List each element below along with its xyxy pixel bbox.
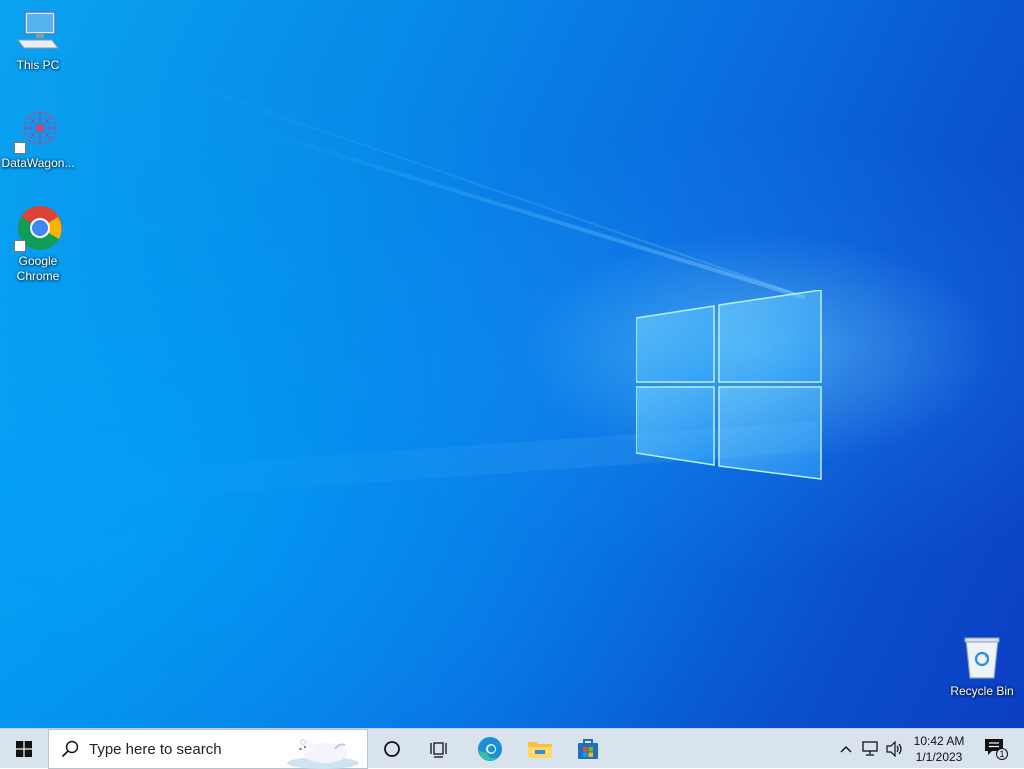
edge-taskbar-button[interactable] xyxy=(466,729,514,769)
desktop-icon-datawagon[interactable]: DataWagon... xyxy=(0,106,76,171)
network-icon xyxy=(862,741,878,756)
clock-tray-button[interactable]: 10:42 AM 1/1/2023 xyxy=(908,729,970,769)
edge-icon xyxy=(478,737,502,761)
desktop-icon-label: Recycle Bin xyxy=(950,684,1014,698)
start-button[interactable] xyxy=(0,729,48,769)
show-hidden-icons-button[interactable] xyxy=(836,729,856,769)
network-tray-button[interactable] xyxy=(859,729,883,769)
task-view-button[interactable] xyxy=(416,729,464,769)
folder-icon xyxy=(528,742,552,758)
file-explorer-taskbar-button[interactable] xyxy=(516,729,564,769)
shortcut-arrow-icon xyxy=(14,142,26,154)
desktop-icon-label: This PC xyxy=(16,58,60,72)
datawagon-icon xyxy=(14,106,62,154)
windows-wallpaper-logo xyxy=(636,290,822,480)
this-pc-icon xyxy=(14,8,62,56)
volume-tray-button[interactable] xyxy=(883,729,907,769)
notification-count: 1 xyxy=(999,749,1005,759)
search-icon xyxy=(61,740,79,758)
cortana-button[interactable] xyxy=(368,729,416,769)
chrome-icon xyxy=(14,204,62,252)
desktop-icon-label: DataWagon... xyxy=(1,156,75,170)
desktop-icon-google-chrome[interactable]: Google Chrome xyxy=(0,204,76,284)
search-placeholder: Type here to search xyxy=(89,740,222,758)
notification-count-badge: 1 xyxy=(996,748,1008,760)
recycle-bin-icon xyxy=(958,634,1006,682)
light-beam xyxy=(119,60,802,297)
desktop-icon-this-pc[interactable]: This PC xyxy=(0,8,76,73)
desktop-icon-label: Google Chrome xyxy=(16,254,60,283)
clock-time: 10:42 AM xyxy=(913,734,965,748)
action-center-button[interactable]: 1 xyxy=(976,729,1016,769)
light-beam xyxy=(249,126,806,300)
desktop[interactable]: This PC DataWagon... Google Chrome Recyc… xyxy=(0,0,1024,728)
microsoft-store-taskbar-button[interactable] xyxy=(564,729,612,769)
task-view-icon xyxy=(430,742,447,758)
volume-icon xyxy=(886,741,902,757)
clock-date: 1/1/2023 xyxy=(915,750,963,764)
chevron-up-icon xyxy=(840,746,852,753)
store-icon xyxy=(578,739,598,759)
search-highlight-illustration-icon xyxy=(287,739,359,769)
taskbar-search-box[interactable]: Type here to search xyxy=(48,729,368,769)
taskbar: Type here to search 10:42 AM 1/1/2023 1 xyxy=(0,728,1024,769)
cortana-icon xyxy=(384,741,400,757)
windows-start-icon xyxy=(16,741,32,757)
desktop-icon-recycle-bin[interactable]: Recycle Bin xyxy=(944,634,1020,699)
shortcut-arrow-icon xyxy=(14,240,26,252)
